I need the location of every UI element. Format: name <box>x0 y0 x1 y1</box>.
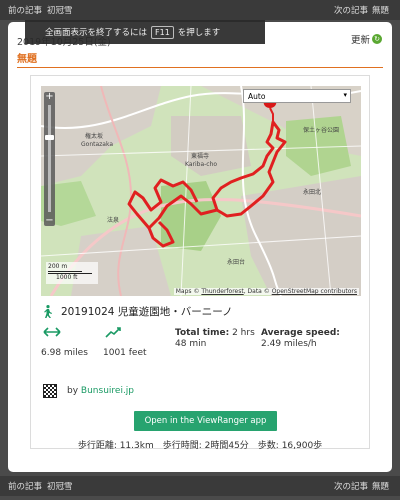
open-viewranger-button[interactable]: Open in the ViewRanger app <box>134 411 277 431</box>
refresh-button[interactable]: 更新 ↻ <box>351 32 382 46</box>
walker-icon <box>44 305 52 318</box>
walk-summary: 歩行距離: 11.3km 歩行時間: 2時間45分 歩数: 16,900歩 <box>77 441 323 451</box>
svg-text:Gontazaka: Gontazaka <box>81 141 113 148</box>
ascent-value: 1001 feet <box>103 348 147 358</box>
route-map[interactable]: 権太坂 Gontazaka Kariba-cho 東福寺 永田台 永田北 法泉 … <box>41 86 361 296</box>
bottom-nav-bar: 前の記事 初冠雪 次の記事 無題 <box>0 476 400 496</box>
scale-feet: 1000 ft <box>56 274 78 281</box>
thunderforest-link[interactable]: Thunderforest <box>201 288 243 295</box>
post-title: 無題 <box>17 54 37 65</box>
prev-post-title-link-bottom[interactable]: 初冠雪 <box>47 480 73 492</box>
map-attribution: Maps © Thunderforest, Data © OpenStreetM… <box>173 288 359 295</box>
avg-speed-value: 2.49 miles/h <box>261 339 317 349</box>
fullscreen-hint-text: 全画面表示を終了するには <box>45 28 148 38</box>
scale-bar-meters <box>48 271 82 272</box>
svg-text:Kariba-cho: Kariba-cho <box>185 161 217 168</box>
map-type-value: Auto <box>248 92 266 101</box>
viewranger-widget: 権太坂 Gontazaka Kariba-cho 東福寺 永田台 永田北 法泉 … <box>30 75 370 449</box>
scale-meters: 200 m <box>48 263 68 270</box>
svg-text:保土ヶ谷公園: 保土ヶ谷公園 <box>303 126 339 134</box>
chevron-down-icon: ▾ <box>343 91 347 99</box>
zoom-slider-handle[interactable] <box>45 135 54 140</box>
zoom-in-icon[interactable]: + <box>44 91 55 102</box>
next-post-title-link-bottom[interactable]: 無題 <box>372 480 389 492</box>
total-time-label: Total time: <box>175 328 230 338</box>
distance-arrows-icon <box>43 327 61 337</box>
title-divider <box>17 67 383 68</box>
svg-text:永田北: 永田北 <box>303 188 321 196</box>
fullscreen-hint-suffix: を押します <box>177 28 221 38</box>
top-nav-bar: 前の記事 初冠雪 次の記事 無題 <box>0 0 400 20</box>
route-author: by Bunsuirei.jp <box>43 384 134 398</box>
distance-stat: 6.98 miles <box>41 326 88 358</box>
checkered-flag-icon <box>43 384 57 398</box>
post-card: 2019年10月25日(金) 更新 ↻ 無題 <box>8 22 392 472</box>
route-stats: 6.98 miles 1001 feet Total time: 2 hrs 4… <box>41 326 363 376</box>
refresh-icon: ↻ <box>372 34 382 44</box>
next-post-link-bottom[interactable]: 次の記事 <box>334 480 368 492</box>
zoom-control[interactable]: + − <box>44 91 55 226</box>
zoom-out-icon[interactable]: − <box>44 215 55 226</box>
map-scale: 200 m 1000 ft <box>46 262 98 284</box>
ascent-chart-icon <box>105 327 121 338</box>
f11-key-badge: F11 <box>151 25 174 39</box>
zoom-slider-track[interactable] <box>48 105 51 212</box>
openstreetmap-link[interactable]: OpenStreetMap contributors <box>272 288 357 295</box>
route-header: 20191024 児童遊園地・バーニーノ <box>43 304 233 319</box>
next-post-link[interactable]: 次の記事 <box>334 4 368 16</box>
attribution-prefix: Maps © <box>175 288 200 295</box>
attribution-mid: , Data © <box>243 288 270 295</box>
svg-text:永田台: 永田台 <box>227 258 245 266</box>
svg-text:法泉: 法泉 <box>107 216 119 224</box>
author-prefix: by <box>67 386 79 396</box>
svg-text:東福寺: 東福寺 <box>191 152 209 160</box>
route-title: 20191024 児童遊園地・バーニーノ <box>61 306 233 318</box>
avg-speed-label: Average speed: <box>261 328 340 338</box>
total-time-stat: Total time: 2 hrs 48 min <box>175 328 255 350</box>
refresh-label: 更新 <box>350 35 370 46</box>
avg-speed-stat: Average speed: 2.49 miles/h <box>261 328 357 350</box>
prev-post-link[interactable]: 前の記事 <box>8 4 42 16</box>
map-type-select[interactable]: Auto ▾ <box>243 89 351 103</box>
fullscreen-exit-hint: 全画面表示を終了するには F11 を押します <box>25 20 265 44</box>
prev-post-title-link[interactable]: 初冠雪 <box>47 4 73 16</box>
author-link[interactable]: Bunsuirei.jp <box>81 386 134 396</box>
svg-text:権太坂: 権太坂 <box>85 132 103 140</box>
next-post-title-link[interactable]: 無題 <box>372 4 389 16</box>
ascent-stat: 1001 feet <box>103 326 147 358</box>
prev-post-link-bottom[interactable]: 前の記事 <box>8 480 42 492</box>
distance-value: 6.98 miles <box>41 348 88 358</box>
